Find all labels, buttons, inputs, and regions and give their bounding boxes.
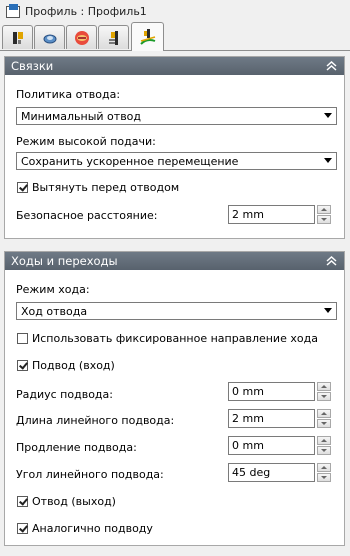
fixed-direction-checkbox[interactable]: Использовать фиксированное направление х… [17, 332, 318, 345]
checkbox-box[interactable] [17, 182, 28, 193]
passes-icon [108, 30, 118, 45]
lead-out-checkbox[interactable]: Отвод (выход) [17, 495, 116, 508]
safe-distance-field[interactable]: 2 mm [228, 205, 315, 224]
chevron-down-icon [324, 113, 332, 118]
geometry-icon [43, 34, 56, 43]
leads-panel-title: Ходы и переходы [11, 254, 118, 268]
leads-panel-header[interactable]: Ходы и переходы [5, 252, 344, 270]
retract-policy-value: Минимальный отвод [21, 109, 142, 123]
linear-lead-length-label: Длина линейного подвода: [16, 414, 175, 427]
checkbox-box[interactable] [17, 496, 28, 507]
extend-before-retract-checkbox[interactable]: Вытянуть перед отводом [17, 181, 179, 194]
spin-down-button[interactable] [317, 446, 331, 455]
chevron-down-icon [324, 308, 332, 313]
spin-up-button[interactable] [317, 382, 331, 391]
linear-lead-length-field[interactable]: 2 mm [228, 409, 315, 428]
lead-in-label: Подвод (вход) [32, 359, 115, 372]
heights-icon [74, 30, 89, 45]
fixed-direction-label: Использовать фиксированное направление х… [32, 332, 318, 345]
spin-up-button[interactable] [317, 205, 331, 214]
tab-geometry[interactable] [34, 25, 65, 49]
linking-icon [139, 29, 155, 45]
tool-icon [12, 31, 23, 44]
tab-tool[interactable] [2, 25, 33, 49]
lead-radius-field[interactable]: 0 mm [228, 382, 315, 401]
same-as-lead-in-checkbox[interactable]: Аналогично подводу [17, 522, 153, 535]
window-title: Профиль : Профиль1 [25, 4, 147, 18]
spin-up-button[interactable] [317, 409, 331, 418]
tab-passes[interactable] [98, 25, 129, 49]
high-feed-label: Режим высокой подачи: [16, 135, 156, 148]
linear-lead-angle-label: Угол линейного подвода: [16, 468, 164, 481]
links-panel-header[interactable]: Связки [5, 57, 344, 75]
extend-before-retract-label: Вытянуть перед отводом [32, 181, 180, 194]
linear-lead-angle-field[interactable]: 45 deg [228, 463, 315, 482]
linear-lead-angle-spinner[interactable]: 45 deg [228, 463, 332, 482]
retract-policy-label: Политика отвода: [16, 88, 121, 101]
lead-mode-select[interactable]: Ход отвода [16, 302, 337, 320]
checkbox-box[interactable] [17, 333, 28, 344]
safe-distance-spinner[interactable]: 2 mm [228, 205, 332, 224]
checkbox-box[interactable] [17, 523, 28, 534]
retract-policy-select[interactable]: Минимальный отвод [16, 107, 337, 125]
lead-radius-label: Радиус подвода: [16, 388, 113, 401]
spin-down-button[interactable] [317, 392, 331, 401]
tab-linking[interactable] [131, 22, 164, 51]
linear-lead-length-spinner[interactable]: 2 mm [228, 409, 332, 428]
profile-icon [6, 4, 20, 18]
lead-extension-spinner[interactable]: 0 mm [228, 436, 332, 455]
leads-panel: Ходы и переходы Режим хода: Ход отвода И… [4, 251, 345, 546]
spin-down-button[interactable] [317, 215, 331, 224]
spin-up-button[interactable] [317, 463, 331, 472]
tab-strip [0, 22, 350, 51]
lead-radius-spinner[interactable]: 0 mm [228, 382, 332, 401]
checkbox-box[interactable] [17, 360, 28, 371]
chevron-down-icon [324, 158, 332, 163]
lead-extension-field[interactable]: 0 mm [228, 436, 315, 455]
title-bar: Профиль : Профиль1 [0, 0, 350, 22]
collapse-icon[interactable] [325, 59, 338, 72]
spin-down-button[interactable] [317, 473, 331, 482]
safe-distance-label: Безопасное расстояние: [16, 209, 158, 222]
tab-heights[interactable] [66, 25, 97, 49]
lead-mode-label: Режим хода: [16, 283, 90, 296]
spin-down-button[interactable] [317, 419, 331, 428]
high-feed-select[interactable]: Сохранить ускоренное перемещение [16, 152, 337, 170]
lead-out-label: Отвод (выход) [32, 495, 116, 508]
collapse-icon[interactable] [325, 254, 338, 267]
lead-extension-label: Продление подвода: [16, 441, 137, 454]
same-as-lead-in-label: Аналогично подводу [32, 522, 153, 535]
lead-mode-value: Ход отвода [21, 304, 88, 318]
links-panel: Связки Политика отвода: Минимальный отво… [4, 56, 345, 239]
spin-up-button[interactable] [317, 436, 331, 445]
links-panel-title: Связки [11, 59, 54, 73]
lead-in-checkbox[interactable]: Подвод (вход) [17, 359, 115, 372]
high-feed-value: Сохранить ускоренное перемещение [21, 154, 239, 168]
